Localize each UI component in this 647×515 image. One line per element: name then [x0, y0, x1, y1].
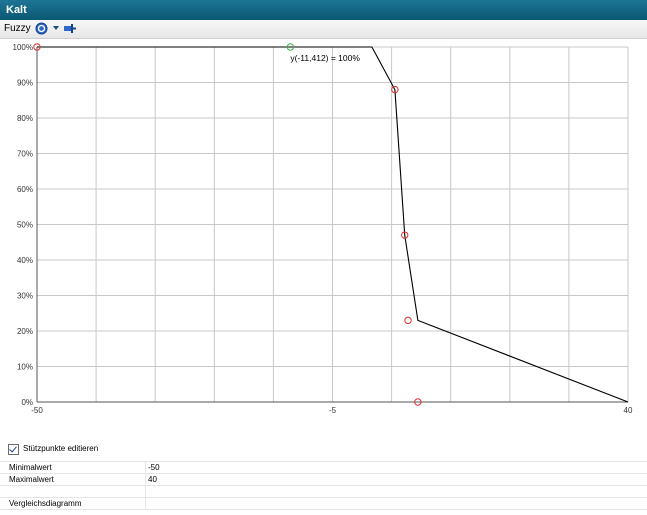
pin-icon[interactable] [63, 22, 76, 35]
edit-points-checkbox[interactable] [8, 444, 19, 455]
column-divider [145, 462, 146, 473]
chart-svg[interactable]: 0%10%20%30%40%50%60%70%80%90%100%-50 -5 40… [0, 38, 647, 418]
property-grid: Minimalwert -50 Maximalwert 40 Vergleich… [0, 461, 647, 510]
value-annotation: y(-11,412) = 100% [290, 53, 360, 63]
y-tick-label: 50% [17, 221, 33, 230]
property-row[interactable]: Vergleichsdiagramm [0, 497, 647, 510]
property-value[interactable]: 40 [148, 475, 157, 484]
property-row[interactable]: Maximalwert 40 [0, 473, 647, 485]
fuzzy-menu[interactable]: Fuzzy [4, 23, 31, 34]
y-tick-label: 20% [17, 327, 33, 336]
property-row[interactable] [0, 485, 647, 497]
title-bar: Kalt [0, 0, 647, 20]
property-name: Vergleichsdiagramm [9, 499, 82, 508]
x-tick-label: 40 [624, 406, 633, 415]
y-tick-label: 60% [17, 185, 33, 194]
column-divider [145, 474, 146, 485]
toolbar: Fuzzy [0, 20, 647, 39]
y-tick-label: 10% [17, 363, 33, 372]
y-tick-label: 90% [17, 79, 33, 88]
membership-function-plot[interactable]: 0% 10% 20% 30% 40% 50% 60% 70% 80% 90% 100% -50 -5 40… [0, 38, 647, 418]
y-tick-label: 70% [17, 150, 33, 159]
y-tick-label: 30% [17, 292, 33, 301]
property-value[interactable]: -50 [148, 463, 160, 472]
x-tick-label: -50 [31, 406, 43, 415]
edit-points-label: Stützpunkte editieren [23, 444, 99, 453]
column-divider [145, 498, 146, 509]
y-tick-label: 100% [13, 43, 33, 52]
help-icon[interactable] [35, 22, 48, 35]
property-name: Minimalwert [9, 463, 52, 472]
y-tick-label: 80% [17, 114, 33, 123]
dropdown-arrow-icon[interactable] [53, 26, 59, 30]
property-row[interactable]: Minimalwert -50 [0, 461, 647, 473]
x-tick-label: -5 [329, 406, 337, 415]
window-title: Kalt [6, 4, 27, 16]
column-divider [145, 486, 146, 497]
control-point[interactable] [404, 316, 412, 325]
y-tick-label: 40% [17, 256, 33, 265]
property-name: Maximalwert [9, 475, 54, 484]
